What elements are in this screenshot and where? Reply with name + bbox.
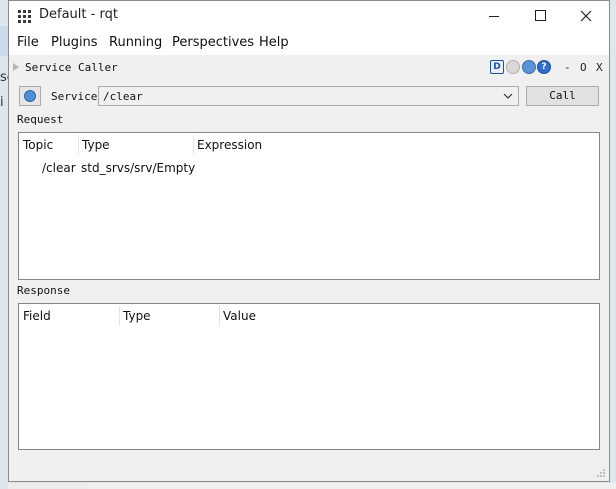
- service-label: Service: [51, 90, 98, 103]
- maximize-button[interactable]: [517, 1, 563, 31]
- menu-perspectives[interactable]: Perspectives: [172, 35, 254, 50]
- background-highlight: [0, 26, 8, 56]
- refresh-icon: [24, 90, 36, 102]
- request-row-type[interactable]: std_srvs/srv/Empty: [81, 161, 195, 175]
- service-combobox[interactable]: /clear: [98, 86, 519, 106]
- help-icon[interactable]: ?: [537, 60, 551, 74]
- maximize-icon: [535, 10, 546, 21]
- call-button[interactable]: Call: [526, 86, 599, 106]
- request-section-label: Request: [17, 113, 64, 126]
- request-col-expression[interactable]: Expression: [193, 133, 393, 157]
- response-col-type[interactable]: Type: [119, 304, 219, 328]
- title-bar[interactable]: Default - rqt: [9, 1, 609, 31]
- collapse-triangle-icon[interactable]: [13, 63, 19, 71]
- close-icon: [580, 10, 592, 22]
- request-tree[interactable]: Topic Type Expression /clear std_srvs/sr…: [18, 132, 600, 280]
- request-row-topic[interactable]: /clear: [42, 161, 76, 175]
- close-button[interactable]: [563, 1, 609, 31]
- minimize-button[interactable]: [471, 1, 517, 31]
- service-row: Service /clear Call: [9, 84, 609, 108]
- menu-file[interactable]: File: [17, 35, 39, 50]
- apps-grid-icon[interactable]: [18, 10, 32, 24]
- response-col-value[interactable]: Value: [219, 304, 419, 328]
- menu-running[interactable]: Running: [109, 35, 162, 50]
- gear-icon[interactable]: [506, 60, 520, 74]
- plugin-float-button[interactable]: O: [580, 61, 587, 74]
- chevron-down-icon: [503, 93, 513, 99]
- background-text-2: i: [0, 95, 4, 110]
- minimize-icon: [489, 16, 499, 17]
- plugin-close-button[interactable]: X: [596, 61, 603, 74]
- request-col-type[interactable]: Type: [78, 133, 193, 157]
- d-icon[interactable]: D: [490, 60, 504, 74]
- refresh-icon[interactable]: [522, 60, 536, 74]
- refresh-services-button[interactable]: [19, 86, 41, 106]
- service-selected-value: /clear: [103, 90, 143, 103]
- menu-bar: File Plugins Running Perspectives Help: [9, 31, 609, 55]
- plugin-minimize-button[interactable]: -: [564, 61, 571, 74]
- menu-plugins[interactable]: Plugins: [51, 35, 98, 50]
- rqt-window: Default - rqt File Plugins Running Persp…: [8, 0, 610, 482]
- resize-grip-icon[interactable]: [596, 468, 606, 478]
- request-col-topic[interactable]: Topic: [19, 133, 78, 157]
- response-col-field[interactable]: Field: [19, 304, 119, 328]
- menu-help[interactable]: Help: [259, 35, 289, 50]
- response-tree[interactable]: Field Type Value: [18, 303, 600, 450]
- background-bottom: [8, 483, 616, 489]
- window-title: Default - rqt: [39, 7, 118, 22]
- response-section-label: Response: [17, 284, 70, 297]
- plugin-title: Service Caller: [25, 61, 118, 74]
